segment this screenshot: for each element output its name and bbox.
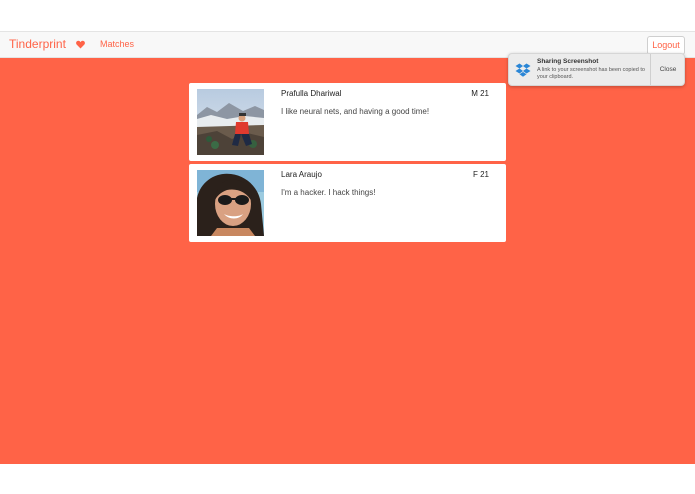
- app-page: Tinderprint Matches Logout Prafulla Dhar…: [0, 0, 695, 494]
- match-card[interactable]: Prafulla Dhariwal M 21 I like neural net…: [189, 83, 506, 161]
- match-gender-age: F 21: [472, 170, 489, 179]
- match-name: Lara Araujo: [281, 170, 322, 179]
- match-bio: I like neural nets, and having a good ti…: [281, 107, 430, 116]
- profile-photo: [197, 89, 264, 155]
- match-gender-age: M 21: [471, 89, 489, 98]
- notification-close-button[interactable]: Close: [651, 54, 685, 85]
- heart-icon[interactable]: [76, 40, 85, 49]
- notification-title: Sharing Screenshot: [537, 58, 599, 65]
- screenshot-notification: Sharing Screenshot A link to your screen…: [508, 53, 685, 86]
- match-name: Prafulla Dhariwal: [281, 89, 342, 98]
- match-card[interactable]: Lara Araujo F 21 I'm a hacker. I hack th…: [189, 164, 506, 242]
- notification-message: A link to your screenshot has been copie…: [537, 67, 645, 80]
- dropbox-icon: [515, 63, 531, 77]
- profile-photo: [197, 170, 264, 236]
- brand-logo[interactable]: Tinderprint: [9, 37, 66, 51]
- matches-link[interactable]: Matches: [100, 39, 134, 49]
- match-bio: I'm a hacker. I hack things!: [281, 188, 376, 197]
